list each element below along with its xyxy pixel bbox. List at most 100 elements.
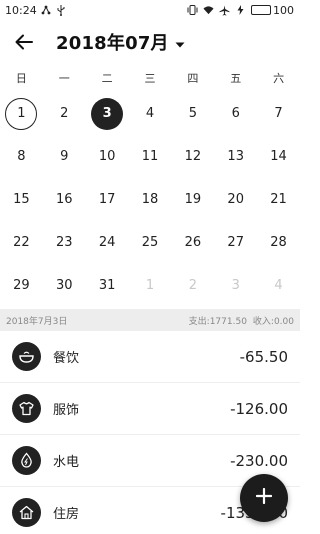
entry-amount: -230.00 [230,451,288,470]
calendar-day[interactable]: 30 [43,264,86,307]
usb-icon [56,4,67,16]
calendar-day-number: 1 [5,97,38,130]
calendar-day[interactable]: 22 [0,221,43,264]
status-right: 100 [187,4,294,17]
calendar-day-number: 26 [184,235,202,250]
summary-expense: 支出:1771.50 [188,316,247,327]
calendar-day[interactable]: 12 [171,135,214,178]
weekday-label: 日 [15,72,27,85]
shirt-icon [12,394,41,423]
calendar-day[interactable]: 16 [43,178,86,221]
calendar-day-number: 2 [188,278,197,293]
calendar-day[interactable]: 7 [257,92,300,135]
calendar-day-number: 31 [98,278,116,293]
status-left: 10:24 [5,4,67,17]
calendar-day-number: 30 [55,278,73,293]
calendar-day-number: 22 [13,235,30,250]
calendar-day-number: 18 [141,192,159,207]
calendar-day-number: 3 [91,97,124,130]
battery-percent: 100 [273,3,294,17]
calendar-day[interactable]: 17 [86,178,129,221]
charging-icon [235,5,246,16]
calendar-day[interactable]: 3 [86,92,129,135]
calendar-day: 4 [257,264,300,307]
entry-amount: -126.00 [230,399,288,418]
list-item[interactable]: 餐饮 -65.50 [0,331,300,383]
weekday-row: 日一二三四五六 [0,64,300,92]
calendar-day[interactable]: 29 [0,264,43,307]
calendar-day[interactable]: 25 [129,221,172,264]
calendar-day[interactable]: 13 [214,135,257,178]
calendar-day[interactable]: 26 [171,221,214,264]
calendar-day-number: 25 [141,235,159,250]
calendar-day-number: 24 [98,235,116,250]
calendar-day-number: 12 [184,149,202,164]
month-selector[interactable]: 2018年07月 [56,29,185,55]
calendar-day-number: 4 [274,278,283,293]
airplane-icon [219,5,230,16]
calendar-day[interactable]: 31 [86,264,129,307]
list-item[interactable]: 服饰 -126.00 [0,383,300,435]
calendar-day[interactable]: 27 [214,221,257,264]
calendar-day-number: 27 [227,235,244,250]
plus-icon [255,487,273,508]
status-bar: 10:24 100 [0,0,300,20]
calendar-day[interactable]: 23 [43,221,86,264]
entry-amount: -65.50 [239,347,288,366]
calendar-day[interactable]: 5 [171,92,214,135]
calendar-day[interactable]: 4 [129,92,172,135]
calendar-day[interactable]: 11 [129,135,172,178]
calendar-day[interactable]: 24 [86,221,129,264]
calendar-day-number: 19 [184,192,202,207]
battery-indicator: 100 [251,4,294,17]
calendar-day-number: 29 [13,278,30,293]
calendar-day[interactable]: 15 [0,178,43,221]
weekday-label: 二 [101,72,113,85]
calendar-day[interactable]: 6 [214,92,257,135]
calendar-grid: 1 2 3 4 5 6 7 8 9 10 11 12 13 14 15 16 17 18 19 20 21 22 23 24 2… [0,92,300,307]
vibrate-icon [187,5,198,16]
battery-icon [251,5,271,15]
summary-totals: 支出:1771.50 收入:0.00 [189,314,294,327]
entry-category: 服饰 [53,403,80,418]
calendar-day[interactable]: 21 [257,178,300,221]
calendar-day-number: 17 [98,192,116,207]
calendar-day: 1 [129,264,172,307]
calendar-day[interactable]: 2 [43,92,86,135]
bowl-icon [12,342,41,371]
calendar-day-number: 10 [98,149,116,164]
calendar-day-number: 9 [60,149,69,164]
calendar-day[interactable]: 18 [129,178,172,221]
back-arrow-icon[interactable] [12,30,36,54]
calendar-day[interactable]: 10 [86,135,129,178]
weekday-label: 五 [230,72,242,85]
calendar-day-number: 20 [227,192,244,207]
entry-category: 餐饮 [53,351,80,366]
calendar-day-number: 8 [17,149,26,164]
summary-date: 2018年7月3日 [6,316,68,327]
weekday-label: 六 [273,72,285,85]
calendar-day-number: 23 [55,235,73,250]
calendar-day[interactable]: 20 [214,178,257,221]
calendar-day-number: 5 [188,106,197,121]
calendar-day-number: 2 [60,106,69,121]
calendar-day-number: 14 [270,149,287,164]
calendar-day[interactable]: 28 [257,221,300,264]
calendar-day[interactable]: 14 [257,135,300,178]
calendar-day-number: 28 [270,235,287,250]
day-summary: 2018年7月3日 支出:1771.50 收入:0.00 [0,309,300,331]
calendar-day-number: 16 [55,192,73,207]
calendar-day-number: 7 [274,106,283,121]
calendar-day[interactable]: 9 [43,135,86,178]
entry-category: 住房 [53,507,80,522]
calendar-day[interactable]: 19 [171,178,214,221]
calendar-day-number: 1 [145,278,155,293]
house-icon [12,498,41,527]
add-entry-button[interactable] [240,474,288,522]
calendar-day[interactable]: 1 [0,92,43,135]
calendar-day[interactable]: 8 [0,135,43,178]
calendar-day-number: 11 [141,149,159,164]
calendar-day-number: 6 [231,106,240,121]
weekday-label: 四 [187,72,199,85]
summary-income: 收入:0.00 [252,316,294,327]
